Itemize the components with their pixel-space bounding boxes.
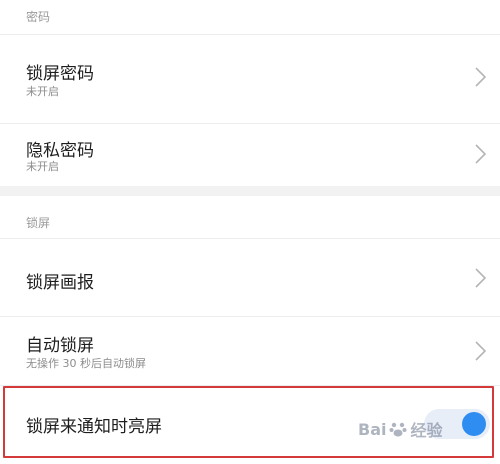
chevron-right-icon bbox=[475, 268, 486, 288]
settings-item-lock-screen-password[interactable]: 锁屏密码 未开启 bbox=[0, 35, 500, 123]
settings-item-auto-lock[interactable]: 自动锁屏 无操作 30 秒后自动锁屏 bbox=[0, 317, 500, 385]
settings-item-lock-screen-wallpaper[interactable]: 锁屏画报 bbox=[0, 239, 500, 316]
settings-item-status: 未开启 bbox=[26, 85, 59, 98]
section-header-password: 密码 bbox=[26, 10, 51, 24]
settings-item-privacy-password[interactable]: 隐私密码 未开启 bbox=[0, 124, 500, 190]
section-header-lock-screen: 锁屏 bbox=[26, 216, 51, 230]
chevron-right-icon bbox=[475, 341, 486, 361]
chevron-right-icon bbox=[475, 144, 486, 164]
settings-item-status: 未开启 bbox=[26, 160, 59, 173]
settings-item-subtitle: 无操作 30 秒后自动锁屏 bbox=[26, 357, 146, 370]
settings-item-title: 自动锁屏 bbox=[26, 336, 94, 356]
lock-screen-settings-page: 密码 锁屏密码 未开启 隐私密码 未开启 锁屏 锁屏画报 自动锁屏 无操作 30… bbox=[0, 0, 500, 464]
settings-item-title: 锁屏画报 bbox=[26, 273, 94, 293]
toggle-knob bbox=[462, 412, 486, 436]
wake-on-notification-toggle[interactable] bbox=[424, 409, 490, 439]
settings-item-title: 锁屏密码 bbox=[26, 64, 94, 84]
section-separator bbox=[0, 186, 500, 196]
settings-item-title: 锁屏来通知时亮屏 bbox=[26, 417, 162, 437]
chevron-right-icon bbox=[475, 67, 486, 87]
